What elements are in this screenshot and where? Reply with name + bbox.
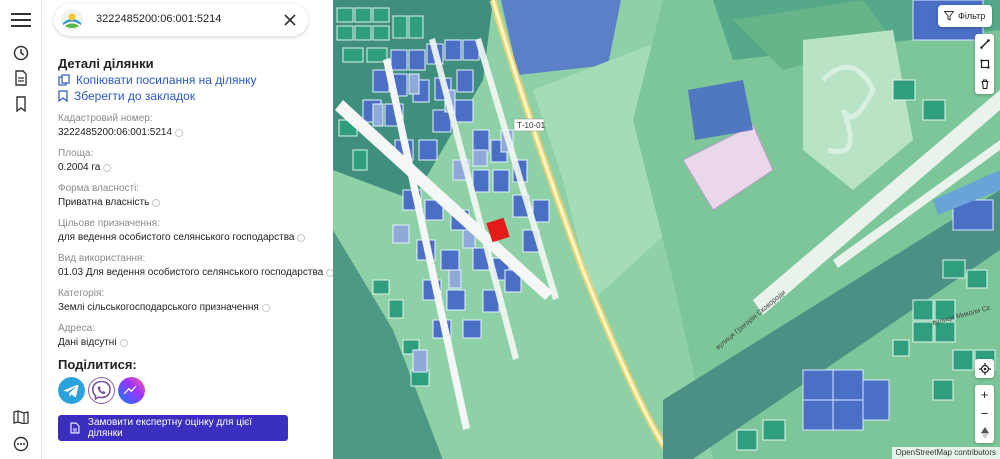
info-icon[interactable] [297,233,306,242]
field-value-category-text: Землі сільськогосподарського призначення [58,302,259,313]
chat-icon[interactable] [11,434,31,454]
reset-north-button[interactable] [975,423,994,442]
copy-link[interactable]: Копіювати посилання на ділянку [58,73,256,87]
document-icon [70,422,80,434]
field-value-purpose-text: для ведення особистого селянського госпо… [58,232,295,243]
map-view[interactable]: Т-10-01 вулиця Григорія Сковороди вулиця… [333,0,1000,459]
field-value-address-text: Дані відсутні [58,337,117,348]
order-button-label: Замовити експертну оцінку для цієї ділян… [87,417,253,439]
info-icon[interactable] [103,163,112,172]
compass-icon [980,426,989,439]
field-value-usage-text: 01.03 Для ведення особистого селянського… [58,267,324,278]
filter-button[interactable]: Фільтр [938,5,992,27]
share-title: Поділитися: [58,357,137,372]
filter-label: Фільтр [958,11,986,21]
field-label-purpose: Цільове призначення: [58,218,160,229]
field-value-cadastral: 3222485200:06:001:5214 [58,127,184,138]
telegram-icon[interactable] [58,377,85,404]
field-value-area: 0.2004 га [58,162,112,173]
field-value-address: Дані відсутні [58,337,128,348]
field-label-usage: Вид використання: [58,253,146,264]
bookmark-link[interactable]: Зберегти до закладок [58,89,195,103]
map-icon[interactable] [11,407,31,427]
viber-icon[interactable] [88,377,115,404]
search-bar[interactable]: 3222485200:06:001:5214 [54,4,308,36]
measure-area-button[interactable] [975,54,994,74]
map-attribution[interactable]: OpenStreetMap contributors [891,447,1000,459]
field-value-area-text: 0.2004 га [58,162,101,173]
field-value-usage: 01.03 Для ведення особистого селянського… [58,267,335,278]
filter-icon [944,11,954,21]
field-value-ownership-text: Приватна власність [58,197,150,208]
field-value-purpose: для ведення особистого селянського госпо… [58,232,306,243]
info-icon[interactable] [119,338,128,347]
field-value-category: Землі сільськогосподарського призначення [58,302,270,313]
zoom-control: + − [975,385,994,443]
bookmark-link-label: Зберегти до закладок [74,89,196,103]
clear-measure-button[interactable] [975,74,994,94]
field-value-cadastral-text: 3222485200:06:001:5214 [58,127,173,138]
close-icon[interactable] [282,12,298,28]
order-expert-valuation-button[interactable]: Замовити експертну оцінку для цієї ділян… [58,415,288,441]
trash-icon [981,79,988,89]
bookmark-icon[interactable] [11,94,31,114]
brand-logo-icon [61,9,83,31]
field-label-ownership: Форма власності: [58,183,140,194]
field-label-cadastral: Кадастровий номер: [58,113,153,124]
zoom-in-button[interactable]: + [975,385,994,404]
zoom-out-button[interactable]: − [975,404,994,423]
map-tools [975,34,994,94]
field-value-ownership: Приватна власність [58,197,161,208]
menu-icon[interactable] [11,10,31,30]
field-label-address: Адреса: [58,323,95,334]
info-icon[interactable] [175,128,184,137]
measure-line-button[interactable] [975,34,994,54]
copy-link-label: Копіювати посилання на ділянку [76,73,257,87]
road-label: Т-10-01 [517,121,546,130]
info-icon[interactable] [152,198,161,207]
search-query[interactable]: 3222485200:06:001:5214 [96,13,221,25]
bookmark-small-icon [58,90,68,102]
polygon-icon [980,59,989,69]
parcel-details-panel: 3222485200:06:001:5214 Деталі ділянки Ко… [42,0,335,459]
messenger-icon[interactable] [118,377,145,404]
history-icon[interactable] [11,43,31,63]
document-icon[interactable] [11,68,31,88]
copy-icon [58,74,70,86]
left-rail [0,0,42,459]
panel-title: Деталі ділянки [58,56,154,71]
info-icon[interactable] [261,303,270,312]
locate-me-button[interactable] [975,359,994,378]
ruler-icon [979,39,990,49]
crosshair-icon [978,362,991,375]
field-label-category: Категорія: [58,288,105,299]
field-label-area: Площа: [58,148,94,159]
map-canvas[interactable]: Т-10-01 вулиця Григорія Сковороди вулиця… [333,0,1000,459]
